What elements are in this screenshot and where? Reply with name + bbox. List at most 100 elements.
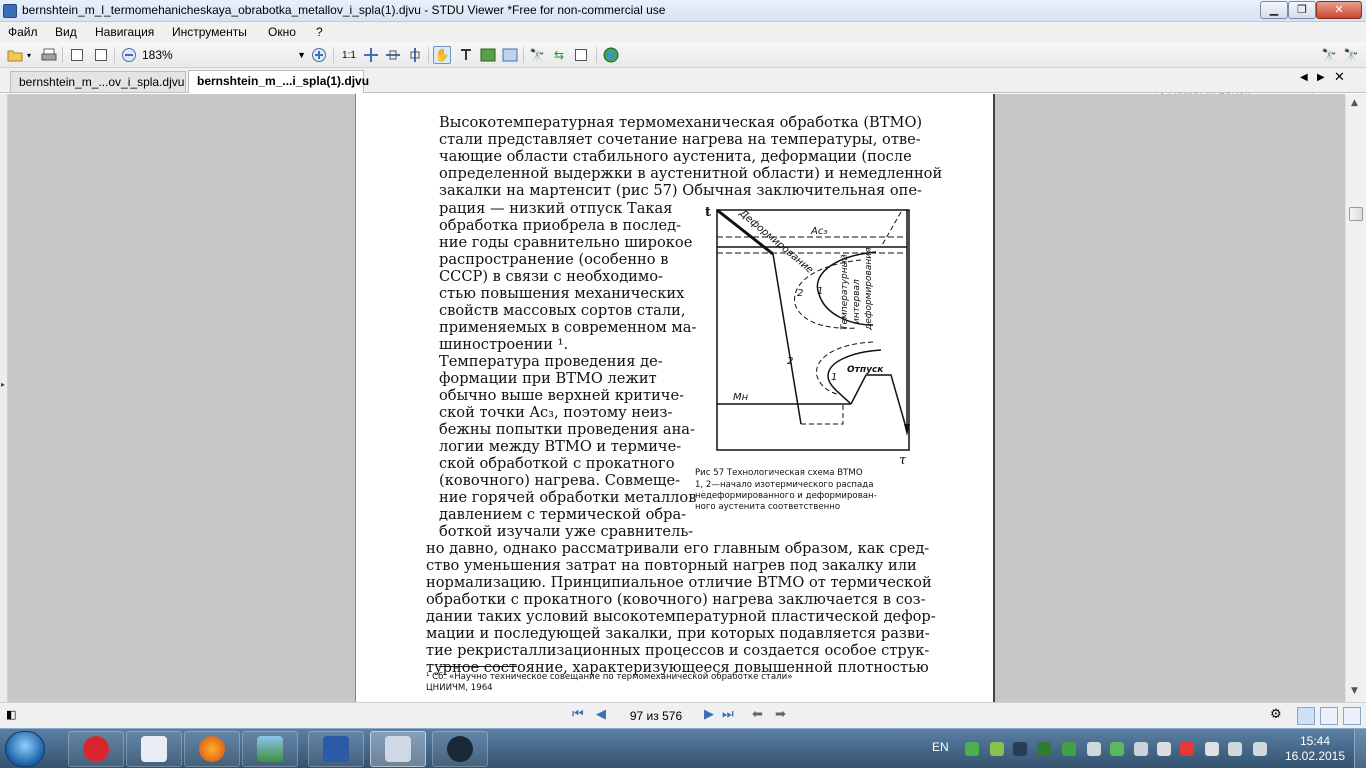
- system-clock[interactable]: 15:44 16.02.2015: [1282, 734, 1348, 764]
- search-options-icon[interactable]: 🔭: [1342, 46, 1360, 64]
- vertical-scrollbar[interactable]: ▲ ▼: [1345, 94, 1366, 702]
- zoom-select[interactable]: 183% ▼: [140, 46, 308, 64]
- tray-icon[interactable]: [1110, 742, 1124, 756]
- axis-tau-label: τ: [899, 453, 907, 464]
- flag-icon[interactable]: [1157, 742, 1171, 756]
- fit-height-icon[interactable]: [406, 46, 424, 64]
- app-window: bernshtein_m_l_termomehanicheskaya_obrab…: [0, 0, 1366, 768]
- sync-icon[interactable]: ⇆: [550, 46, 568, 64]
- zoom-out-icon[interactable]: [120, 46, 138, 64]
- show-desktop-button[interactable]: [1354, 729, 1366, 768]
- close-button[interactable]: ✕: [1316, 1, 1362, 19]
- text-line: шиностроении ¹.: [439, 336, 569, 353]
- single-page-view-icon[interactable]: [1297, 707, 1315, 725]
- text-line: СССР) в связи с необходимо-: [439, 268, 663, 285]
- fit-width-icon[interactable]: [384, 46, 402, 64]
- globe-icon[interactable]: [602, 46, 620, 64]
- tab-document-2[interactable]: bernshtein_m_...i_spla(1).djvu: [188, 70, 369, 93]
- next-page-icon[interactable]: ▶: [704, 707, 714, 722]
- search-icon[interactable]: 🔭: [1320, 46, 1338, 64]
- tempering-label: Отпуск: [847, 365, 884, 375]
- back-icon[interactable]: ⬅: [752, 707, 763, 722]
- document-viewport[interactable]: Высокотемпературная термомеханическая об…: [8, 94, 1345, 702]
- tab-scroll-left-icon[interactable]: ◀: [1300, 72, 1308, 83]
- scrollbar-thumb[interactable]: [1349, 207, 1363, 221]
- tray-icon[interactable]: [1037, 742, 1051, 756]
- last-page-icon[interactable]: ⏭: [722, 707, 734, 722]
- image-select-icon[interactable]: [479, 46, 497, 64]
- tray-icon[interactable]: [965, 742, 979, 756]
- facing-pages-view-icon[interactable]: [1320, 707, 1338, 725]
- open-folder-icon[interactable]: [6, 46, 24, 64]
- fit-page-icon[interactable]: [362, 46, 380, 64]
- text-line: ние горячей обработки металлов: [439, 489, 697, 506]
- prev-page-icon[interactable]: ◀: [596, 707, 606, 722]
- language-indicator[interactable]: EN: [932, 740, 949, 754]
- text-line: но давно, однако рассматривали его главн…: [426, 540, 930, 557]
- settings-icon[interactable]: ⚙: [1270, 707, 1282, 722]
- toggle-panel-icon[interactable]: ◧: [6, 708, 16, 721]
- volume-icon[interactable]: [1228, 742, 1242, 756]
- taskbar-firefox[interactable]: [184, 731, 240, 767]
- page-setup-icon[interactable]: [68, 46, 86, 64]
- taskbar-image-viewer[interactable]: [242, 731, 298, 767]
- title-bar: bernshtein_m_l_termomehanicheskaya_obrab…: [0, 0, 1366, 22]
- scroll-up-icon[interactable]: ▲: [1351, 98, 1358, 108]
- toolbar: ▾ 183% ▼ 1:1 ✋ 🔭 ⇆ 🔭 🔭: [0, 42, 1366, 106]
- open-dropdown-icon[interactable]: ▾: [24, 46, 34, 64]
- continuous-view-icon[interactable]: [1343, 707, 1361, 725]
- scroll-down-icon[interactable]: ▼: [1351, 686, 1358, 696]
- copy-icon[interactable]: [572, 46, 590, 64]
- menu-tools[interactable]: Инструменты: [172, 25, 247, 39]
- tray-icon[interactable]: [1062, 742, 1076, 756]
- menu-file[interactable]: Файл: [8, 25, 38, 39]
- tray-icon[interactable]: [1134, 742, 1148, 756]
- curve-2-label: 2: [797, 288, 803, 299]
- text-line: обработка приобрела в послед-: [439, 217, 682, 234]
- network-icon[interactable]: [1205, 742, 1219, 756]
- hand-tool-icon[interactable]: ✋: [433, 46, 451, 64]
- taskbar-app-2[interactable]: [126, 731, 182, 767]
- find-icon[interactable]: 🔭: [528, 46, 546, 64]
- menu-help[interactable]: ?: [316, 25, 323, 39]
- ati-icon[interactable]: [1180, 742, 1194, 756]
- text-line: бежны попытки проведения ана-: [439, 421, 695, 438]
- menu-view[interactable]: Вид: [55, 25, 77, 39]
- actual-size-button[interactable]: 1:1: [340, 46, 358, 64]
- text-line: обработки с прокатного (ковочного) нагре…: [426, 591, 926, 608]
- taskbar-stdu-viewer[interactable]: [370, 731, 426, 767]
- tray-icon[interactable]: [1087, 742, 1101, 756]
- axis-t-label: t: [705, 205, 711, 220]
- ac3-label: Ac₃: [810, 226, 827, 237]
- tab-close-icon[interactable]: ✕: [1334, 70, 1345, 85]
- text-select-icon[interactable]: [457, 46, 475, 64]
- clock-time: 15:44: [1299, 734, 1331, 748]
- side-panel-handle[interactable]: ▸: [0, 94, 8, 702]
- snapshot-icon[interactable]: [501, 46, 519, 64]
- curve-2b-label: 2: [787, 356, 793, 367]
- taskbar-word[interactable]: [308, 731, 364, 767]
- window-title: bernshtein_m_l_termomehanicheskaya_obrab…: [22, 3, 666, 17]
- tray-icon[interactable]: [990, 742, 1004, 756]
- first-page-icon[interactable]: ⏮: [572, 707, 584, 722]
- start-button[interactable]: [5, 731, 45, 767]
- taskbar-steam[interactable]: [432, 731, 488, 767]
- print-icon[interactable]: [40, 46, 58, 64]
- menu-navigation[interactable]: Навигация: [95, 25, 154, 39]
- page-number-field[interactable]: 97 из 576: [616, 707, 696, 725]
- forward-icon[interactable]: ➡: [775, 707, 786, 722]
- minimize-button[interactable]: ▁: [1260, 1, 1288, 19]
- pages-icon[interactable]: [92, 46, 110, 64]
- keyboard-icon[interactable]: [1253, 742, 1267, 756]
- taskbar-app-1[interactable]: [68, 731, 124, 767]
- text-line: логии между ВТМО и термиче-: [439, 438, 682, 455]
- text-line: (ковочного) нагрева. Совмеще-: [439, 472, 681, 489]
- menu-window[interactable]: Окно: [268, 25, 296, 39]
- tab-scroll-right-icon[interactable]: ▶: [1317, 72, 1325, 83]
- text-line: ство уменьшения затрат на повторный нагр…: [426, 557, 917, 574]
- text-line: ской точки Ac₃, поэтому неиз-: [439, 404, 673, 421]
- zoom-in-icon[interactable]: [310, 46, 328, 64]
- tab-document-1[interactable]: bernshtein_m_...ov_i_spla.djvu: [10, 71, 186, 92]
- tray-icon[interactable]: [1013, 742, 1027, 756]
- maximize-button[interactable]: ❐: [1288, 1, 1316, 19]
